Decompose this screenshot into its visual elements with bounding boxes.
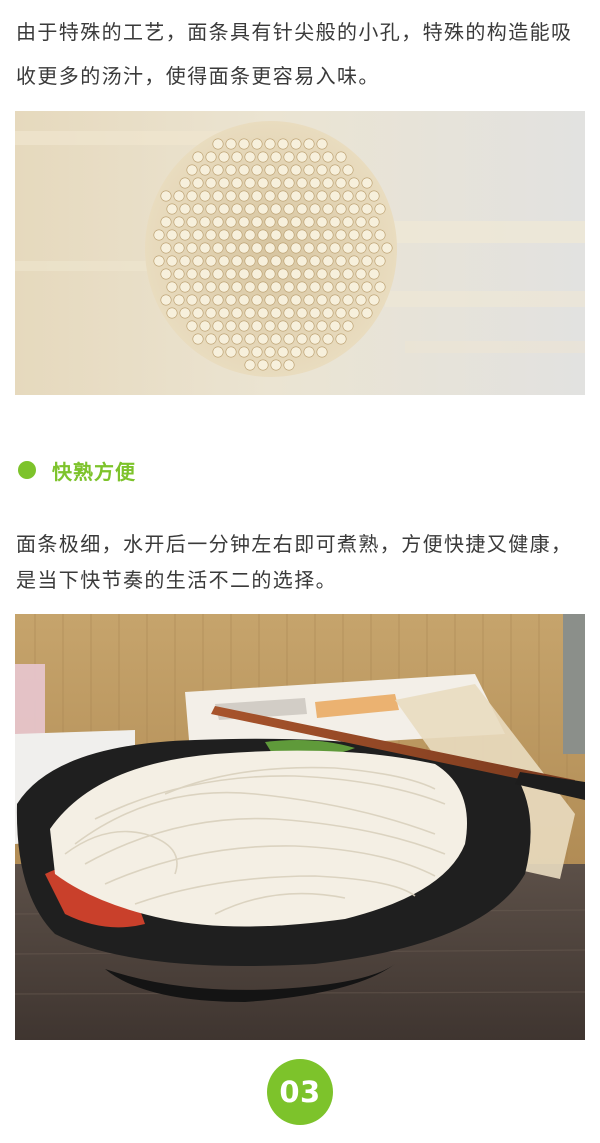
section-heading: 快熟方便 xyxy=(18,452,136,488)
section-number-badge: 03 xyxy=(267,1059,333,1125)
intro-paragraph: 由于特殊的工艺，面条具有针尖般的小孔，特殊的构造能吸收更多的汤汁，使得面条更容易… xyxy=(16,20,573,88)
noodle-bowl-photo xyxy=(15,614,585,1040)
section-title: 快熟方便 xyxy=(52,459,136,484)
feature-paragraph: 面条极细，水开后一分钟左右即可煮熟，方便快捷又健康，是当下快节奏的生活不二的选择… xyxy=(16,532,573,592)
noodle-bundle-photo xyxy=(15,111,585,395)
bullet-dot-icon xyxy=(18,461,36,479)
section-number: 03 xyxy=(279,1075,321,1109)
